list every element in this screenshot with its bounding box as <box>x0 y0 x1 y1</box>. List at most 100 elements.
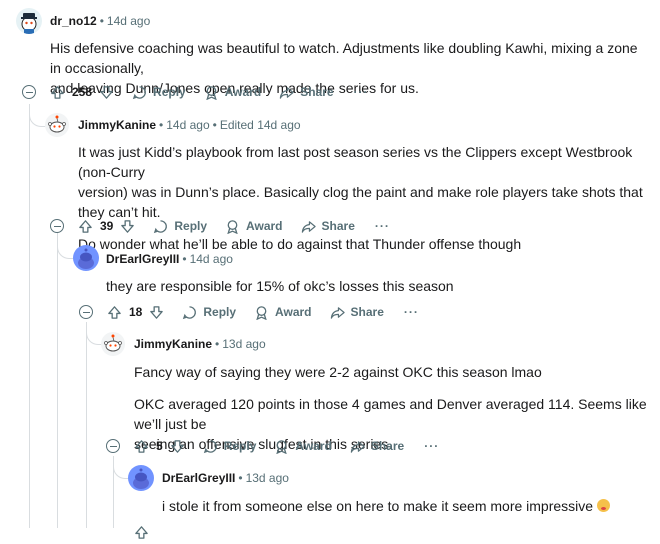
comment-meta: JimmyKanine • 14d ago • Edited 14d ago <box>78 118 301 132</box>
award-icon <box>227 219 238 234</box>
award-label: Award <box>246 219 283 233</box>
comment-text: It was just Kidd’s playbook from last po… <box>78 144 633 180</box>
reply-label: Reply <box>223 439 257 453</box>
avatar[interactable] <box>73 245 99 271</box>
avatar[interactable] <box>128 465 154 491</box>
award-button[interactable]: Award <box>225 219 283 234</box>
timestamp[interactable]: 14d ago <box>166 118 209 132</box>
award-label: Award <box>295 439 332 453</box>
comment-text: they are responsible for 15% of okc’s lo… <box>106 278 454 294</box>
timestamp[interactable]: 14d ago <box>107 14 150 28</box>
comment-text: Fancy way of saying they were 2-2 agains… <box>134 364 542 380</box>
award-button[interactable]: Award <box>254 305 312 320</box>
comment-meta: DrEarlGreyIII • 13d ago <box>162 471 289 485</box>
downvote-icon[interactable] <box>99 85 114 100</box>
snoo-avatar-icon <box>133 468 149 489</box>
snoo-avatar-icon <box>78 248 94 269</box>
comment-actions: 18 Reply Award Share ··· <box>79 300 419 324</box>
comment-body: i stole it from someone else on here to … <box>162 496 642 516</box>
collapse-thread-button[interactable] <box>106 439 120 453</box>
comment-meta: JimmyKanine • 13d ago <box>134 337 266 351</box>
award-icon <box>206 85 217 100</box>
downvote-icon[interactable] <box>170 439 185 454</box>
award-label: Award <box>275 305 312 319</box>
more-options-button[interactable]: ··· <box>375 219 390 233</box>
more-options-button[interactable]: ··· <box>404 305 419 319</box>
upvote-icon[interactable] <box>78 219 93 234</box>
comment-actions: 5 Reply Award Share ··· <box>106 434 439 458</box>
comment-meta: dr_no12 • 14d ago <box>50 14 151 28</box>
vote-score: 258 <box>72 85 93 99</box>
share-label: Share <box>300 85 334 99</box>
share-icon <box>350 440 365 453</box>
thread-elbow <box>29 104 46 127</box>
comment-text: OKC averaged 120 points in those 4 games… <box>134 396 647 432</box>
thread-line <box>57 232 58 528</box>
upvote-icon[interactable] <box>50 85 65 100</box>
award-button[interactable]: Award <box>204 85 261 100</box>
comment-actions: 258 Reply Award Share ··· <box>22 80 369 104</box>
share-icon <box>279 86 294 99</box>
reply-label: Reply <box>174 219 208 233</box>
award-label: Award <box>224 85 262 99</box>
thread-line <box>86 322 87 528</box>
award-icon <box>256 305 267 320</box>
comment-bubble-icon <box>132 85 146 99</box>
comment-bubble-icon <box>183 305 197 319</box>
reply-button[interactable]: Reply <box>153 219 207 234</box>
downvote-icon[interactable] <box>120 219 135 234</box>
avatar[interactable] <box>45 113 69 137</box>
reply-button[interactable]: Reply <box>203 439 257 454</box>
downvote-icon[interactable] <box>149 305 164 320</box>
share-button[interactable]: Share <box>279 85 334 100</box>
collapse-thread-button[interactable] <box>79 305 93 319</box>
username[interactable]: DrEarlGreyIII <box>106 252 179 266</box>
avatar[interactable] <box>101 332 125 356</box>
comment-actions-partial <box>134 520 149 544</box>
comment-body: they are responsible for 15% of okc’s lo… <box>106 276 646 296</box>
username[interactable]: DrEarlGreyIII <box>162 471 235 485</box>
reply-button[interactable]: Reply <box>132 85 186 100</box>
emoji-icon <box>596 499 610 512</box>
timestamp[interactable]: 14d ago <box>190 252 233 266</box>
upvote-icon[interactable] <box>107 305 122 320</box>
edited-label: Edited 14d ago <box>219 118 301 132</box>
username[interactable]: dr_no12 <box>50 14 97 28</box>
avatar[interactable] <box>16 8 42 34</box>
thread-elbow <box>57 240 74 259</box>
comment-bubble-icon <box>203 439 217 453</box>
reply-button[interactable]: Reply <box>182 305 236 320</box>
vote-score: 18 <box>129 305 143 319</box>
award-icon <box>276 439 288 454</box>
share-icon <box>301 220 316 233</box>
comment-bubble-icon <box>154 219 168 233</box>
reply-label: Reply <box>153 85 186 99</box>
reply-label: Reply <box>203 305 237 319</box>
award-button[interactable]: Award <box>274 439 332 454</box>
comment-text: His defensive coaching was beautiful to … <box>50 40 638 76</box>
more-options-button[interactable]: ··· <box>424 439 439 453</box>
share-label: Share <box>350 305 384 319</box>
username[interactable]: JimmyKanine <box>78 118 156 132</box>
upvote-icon[interactable] <box>134 439 149 454</box>
share-button[interactable]: Share <box>350 439 404 454</box>
username[interactable]: JimmyKanine <box>134 337 212 351</box>
snoo-avatar-icon <box>48 115 66 133</box>
timestamp[interactable]: 13d ago <box>222 337 265 351</box>
vote-score: 5 <box>156 439 163 453</box>
share-button[interactable]: Share <box>330 305 384 320</box>
snoo-avatar-icon <box>21 13 37 34</box>
thread-line <box>29 104 30 528</box>
share-label: Share <box>321 219 355 233</box>
share-button[interactable]: Share <box>301 219 355 234</box>
comment-actions: 39 Reply Award Share ··· <box>50 214 390 238</box>
snoo-avatar-icon <box>104 334 122 352</box>
comment-text: i stole it from someone else on here to … <box>162 498 594 514</box>
vote-score: 39 <box>100 219 114 233</box>
share-icon <box>330 306 345 319</box>
more-options-button[interactable]: ··· <box>354 85 369 99</box>
timestamp[interactable]: 13d ago <box>246 471 289 485</box>
collapse-thread-button[interactable] <box>50 219 64 233</box>
collapse-thread-button[interactable] <box>22 85 36 99</box>
upvote-icon[interactable] <box>134 525 149 540</box>
